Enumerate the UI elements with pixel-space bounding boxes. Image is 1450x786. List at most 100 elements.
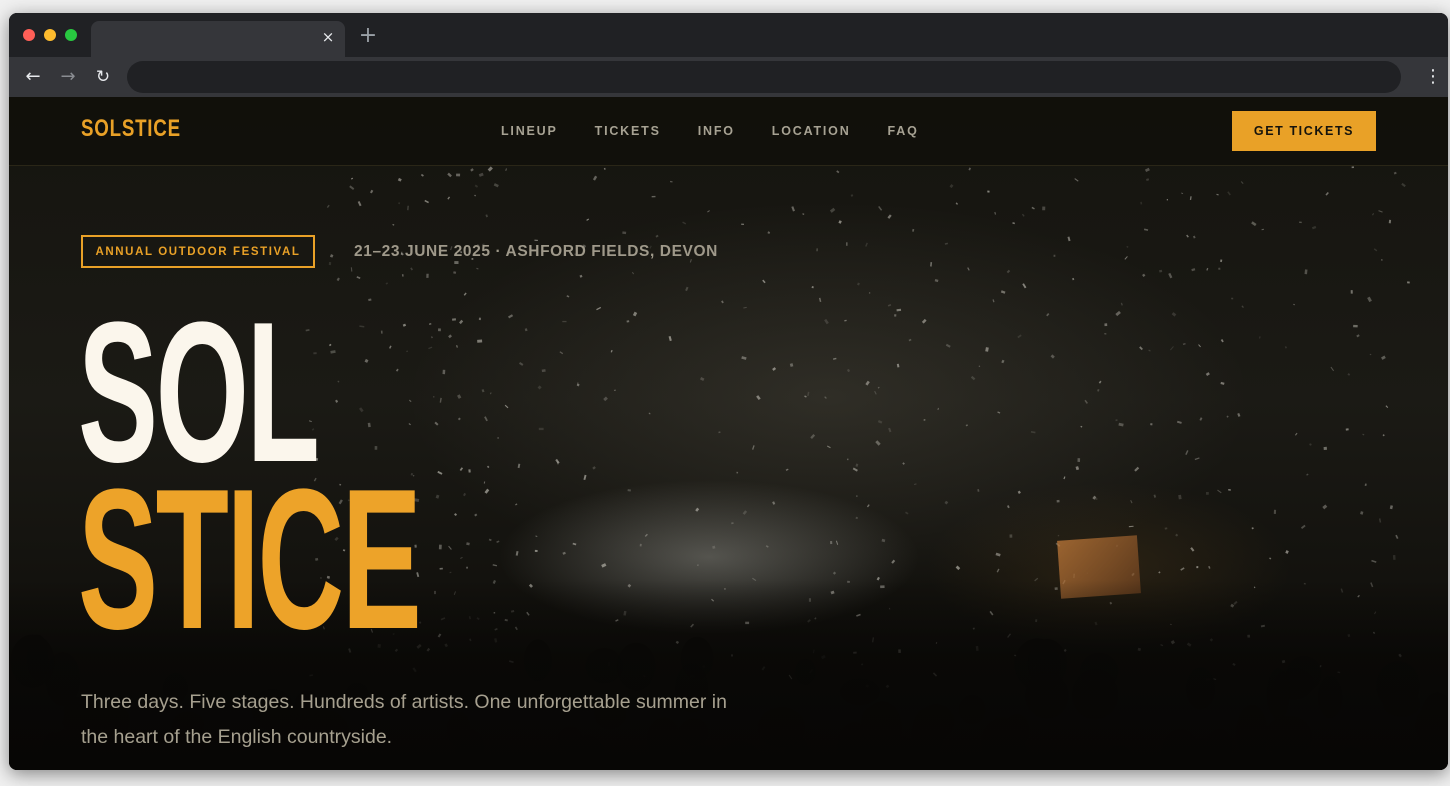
maximize-window-button[interactable] xyxy=(65,29,77,41)
confetti-piece xyxy=(406,350,408,353)
confetti-piece xyxy=(791,206,795,212)
confetti-piece xyxy=(987,190,990,193)
confetti-piece xyxy=(1220,259,1223,263)
confetti-piece xyxy=(489,392,492,395)
confetti-piece xyxy=(669,180,673,183)
get-tickets-button[interactable]: GET TICKETS xyxy=(1232,111,1376,151)
confetti-piece xyxy=(921,318,927,324)
confetti-piece xyxy=(995,552,1001,557)
confetti-piece xyxy=(474,194,476,197)
festival-badge: ANNUAL OUTDOOR FESTIVAL xyxy=(81,235,315,268)
nav-link-lineup[interactable]: LINEUP xyxy=(501,124,558,138)
confetti-piece xyxy=(826,445,831,449)
confetti-piece xyxy=(829,207,836,213)
confetti-piece xyxy=(1325,191,1329,196)
confetti-piece xyxy=(1220,339,1224,343)
confetti-piece xyxy=(1124,256,1128,260)
confetti-piece xyxy=(468,469,471,473)
confetti-piece xyxy=(1115,310,1121,317)
confetti-piece xyxy=(1381,355,1386,360)
confetti-piece xyxy=(448,545,452,550)
confetti-piece xyxy=(538,427,544,431)
confetti-piece xyxy=(1206,267,1209,271)
confetti-piece xyxy=(1389,505,1394,510)
confetti-piece xyxy=(579,274,583,278)
nav-link-faq[interactable]: FAQ xyxy=(888,124,919,138)
confetti-piece xyxy=(700,376,705,382)
confetti-piece xyxy=(438,544,442,550)
confetti-piece xyxy=(721,300,724,304)
confetti-piece xyxy=(923,419,926,421)
confetti-piece xyxy=(484,416,488,422)
confetti-piece xyxy=(888,427,892,433)
confetti-piece xyxy=(655,234,659,238)
tab-close-icon[interactable]: × xyxy=(320,29,336,45)
confetti-piece xyxy=(865,242,868,247)
confetti-piece xyxy=(752,445,755,450)
confetti-piece xyxy=(742,510,748,515)
confetti-piece xyxy=(401,274,404,277)
confetti-piece xyxy=(1241,305,1244,308)
confetti-piece xyxy=(1205,372,1210,377)
confetti-piece xyxy=(807,391,810,397)
back-arrow-icon[interactable]: ← xyxy=(21,65,45,89)
confetti-piece xyxy=(835,540,839,545)
reload-icon[interactable]: ↻ xyxy=(91,65,115,89)
confetti-piece xyxy=(1350,290,1353,294)
confetti-piece xyxy=(1194,457,1200,461)
confetti-piece xyxy=(535,535,538,538)
kebab-menu-icon[interactable]: ⋮ xyxy=(1424,65,1442,89)
confetti-piece xyxy=(408,423,411,426)
confetti-piece xyxy=(644,533,648,537)
confetti-piece xyxy=(562,551,566,555)
confetti-piece xyxy=(1000,290,1006,294)
confetti-piece xyxy=(1126,245,1129,248)
confetti-piece xyxy=(1259,336,1261,339)
confetti-piece xyxy=(965,424,968,427)
site-logo[interactable]: SOLSTICE xyxy=(81,115,181,143)
tab-strip: × + xyxy=(9,13,1448,57)
confetti-piece xyxy=(456,173,461,177)
confetti-piece xyxy=(1261,228,1264,231)
confetti-piece xyxy=(891,559,896,564)
site-nav: LINEUP TICKETS INFO LOCATION FAQ xyxy=(501,124,956,138)
confetti-piece xyxy=(566,295,570,298)
address-bar[interactable] xyxy=(127,61,1401,93)
confetti-piece xyxy=(1360,511,1364,515)
new-tab-button[interactable]: + xyxy=(357,25,379,47)
browser-tab[interactable]: × xyxy=(91,21,345,57)
confetti-piece xyxy=(1228,488,1231,491)
confetti-piece xyxy=(1098,380,1102,384)
confetti-piece xyxy=(478,317,481,321)
confetti-piece xyxy=(802,213,805,215)
close-window-button[interactable] xyxy=(23,29,35,41)
confetti-piece xyxy=(478,172,484,177)
confetti-piece xyxy=(1077,458,1081,462)
minimize-window-button[interactable] xyxy=(44,29,56,41)
confetti-piece xyxy=(463,492,467,497)
confetti-piece xyxy=(449,571,452,574)
confetti-piece xyxy=(368,298,372,302)
confetti-piece xyxy=(474,513,478,517)
forward-arrow-icon[interactable]: → xyxy=(56,65,80,89)
confetti-piece xyxy=(1237,412,1241,417)
confetti-piece xyxy=(1217,489,1222,494)
confetti-piece xyxy=(1216,193,1219,196)
nav-link-info[interactable]: INFO xyxy=(698,124,735,138)
confetti-piece xyxy=(1164,527,1168,530)
confetti-piece xyxy=(603,396,608,402)
confetti-piece xyxy=(1139,346,1143,351)
confetti-piece xyxy=(457,417,461,421)
confetti-piece xyxy=(1345,428,1349,431)
confetti-piece xyxy=(1189,196,1192,201)
confetti-piece xyxy=(1251,527,1254,530)
confetti-piece xyxy=(1134,466,1140,472)
confetti-piece xyxy=(420,173,424,177)
confetti-piece xyxy=(930,262,933,267)
nav-link-location[interactable]: LOCATION xyxy=(772,124,851,138)
confetti-piece xyxy=(357,201,362,207)
confetti-piece xyxy=(1193,235,1196,239)
nav-link-tickets[interactable]: TICKETS xyxy=(595,124,661,138)
confetti-piece xyxy=(1294,432,1298,436)
confetti-piece xyxy=(447,196,451,200)
